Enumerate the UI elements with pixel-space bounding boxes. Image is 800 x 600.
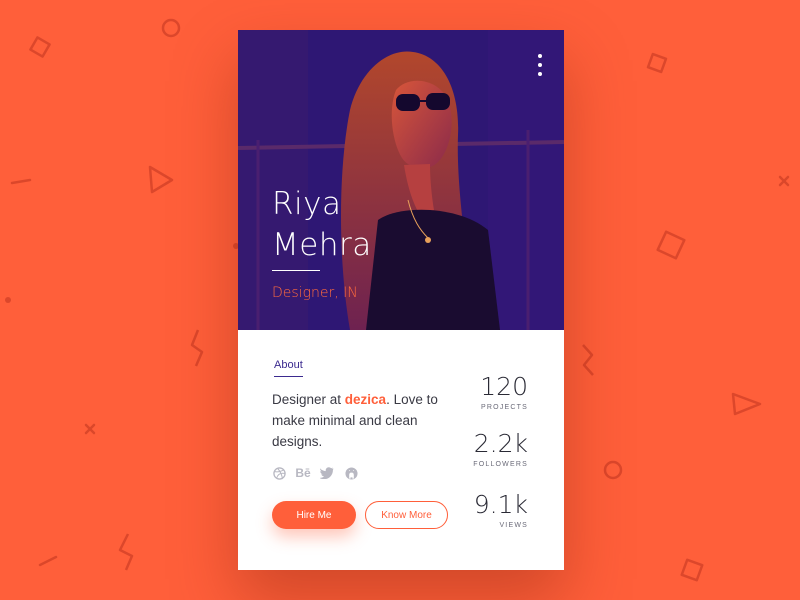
profile-hero: Riya Mehra Designer, IN	[238, 30, 564, 330]
profile-bio: Designer at dezica. Love to make minimal…	[272, 389, 452, 452]
bio-prefix: Designer at	[272, 392, 345, 407]
stat-label: PROJECTS	[481, 404, 528, 411]
dribbble-glyph	[272, 466, 286, 480]
stat-projects: 120 PROJECTS	[480, 372, 528, 411]
twitter-icon[interactable]	[320, 466, 334, 480]
github-glyph	[344, 466, 358, 480]
profile-card: Riya Mehra Designer, IN About Designer a…	[238, 30, 564, 570]
stat-value: 120	[480, 372, 528, 401]
profile-title: Designer, IN	[272, 285, 358, 301]
know-more-button[interactable]: Know More	[365, 501, 448, 529]
menu-dot	[538, 72, 542, 76]
github-icon[interactable]	[344, 466, 358, 480]
more-options-icon[interactable]	[536, 54, 544, 76]
stat-label: FOLLOWERS	[473, 461, 528, 468]
social-links: Bē	[272, 466, 358, 480]
tab-about[interactable]: About	[274, 359, 303, 371]
menu-dot	[538, 63, 542, 67]
stat-value: 2.2k	[473, 429, 528, 458]
profile-first-name: Riya	[272, 186, 342, 222]
hire-me-button[interactable]: Hire Me	[272, 501, 356, 529]
profile-last-name: Mehra	[272, 227, 372, 263]
behance-icon[interactable]: Bē	[295, 466, 310, 480]
bio-brand-link[interactable]: dezica	[345, 392, 386, 407]
stat-label: VIEWS	[499, 522, 528, 529]
menu-dot	[538, 54, 542, 58]
twitter-glyph	[320, 467, 334, 479]
about-tab-underline	[274, 376, 303, 377]
stat-value: 9.1k	[473, 490, 528, 519]
dribbble-icon[interactable]	[272, 466, 286, 480]
stat-followers: 2.2k FOLLOWERS	[473, 429, 528, 468]
stat-views: 9.1k VIEWS	[474, 490, 528, 529]
name-divider	[272, 270, 320, 271]
